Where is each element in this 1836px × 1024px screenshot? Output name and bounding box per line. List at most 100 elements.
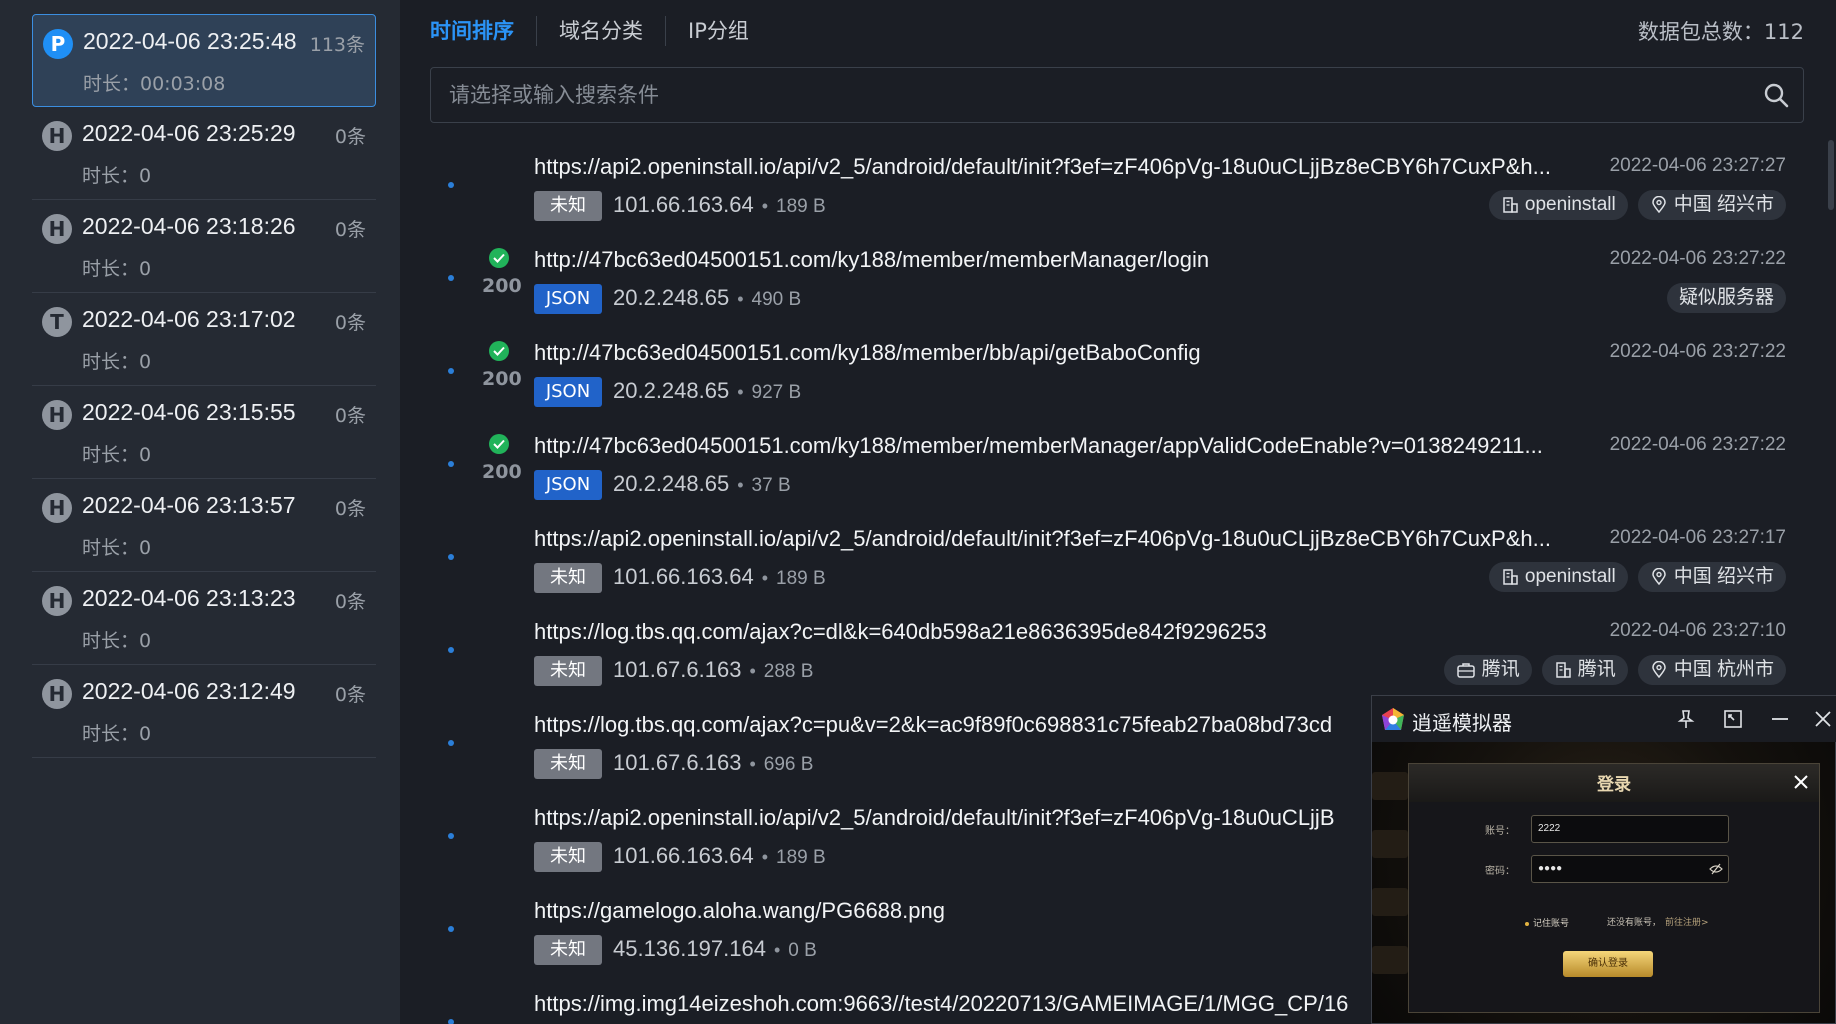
content-type-badge: 未知: [534, 563, 602, 593]
request-ip: 101.66.163.64: [613, 843, 754, 868]
request-tag[interactable]: 中国 绍兴市: [1637, 190, 1786, 220]
request-row[interactable]: https://log.tbs.qq.com/ajax?c=dl&k=640db…: [430, 605, 1804, 698]
status-code: 200: [482, 275, 522, 297]
request-url[interactable]: https://api2.openinstall.io/api/v2_5/and…: [534, 526, 1594, 552]
session-item[interactable]: H 2022-04-06 23:18:26 0条 时长：0: [32, 200, 376, 293]
session-item[interactable]: H 2022-04-06 23:13:23 0条 时长：0: [32, 572, 376, 665]
session-count: 0条: [334, 498, 366, 520]
location-icon: [1651, 661, 1666, 679]
show-password-icon[interactable]: [1709, 863, 1723, 875]
tag-label: 中国 绍兴市: [1673, 194, 1774, 215]
building-icon: [1503, 569, 1518, 585]
content-type-badge: 未知: [534, 656, 602, 686]
session-duration: 时长：0: [82, 723, 152, 745]
request-tag[interactable]: 疑似服务器: [1666, 283, 1786, 313]
request-ip-info: 20.2.248.65 • 490 B: [613, 285, 801, 311]
session-item[interactable]: H 2022-04-06 23:15:55 0条 时长：0: [32, 386, 376, 479]
request-dot: [448, 461, 454, 467]
no-account-label: 还没有账号，: [1607, 918, 1662, 928]
minimize-icon[interactable]: [1769, 708, 1791, 730]
login-dialog-header: 登录: [1409, 764, 1819, 802]
request-tags: openinstall 中国 绍兴市: [1488, 562, 1786, 592]
tag-label: openinstall: [1524, 194, 1616, 215]
request-size: 288 B: [763, 661, 814, 682]
request-tag[interactable]: 腾讯: [1443, 655, 1532, 685]
success-check-icon: [489, 248, 509, 268]
request-ip-info: 101.66.163.64 • 189 B: [613, 564, 826, 590]
request-time: 2022-04-06 23:27:22: [1609, 341, 1786, 362]
request-tags: openinstall 中国 绍兴市: [1488, 190, 1786, 220]
search-box: [430, 67, 1804, 123]
session-item[interactable]: H 2022-04-06 23:12:49 0条 时长：0: [32, 665, 376, 758]
password-input[interactable]: ●●●●: [1531, 855, 1729, 883]
request-ip: 101.67.6.163: [613, 750, 742, 775]
request-ip-info: 45.136.197.164 • 0 B: [613, 936, 817, 962]
separator-dot: •: [749, 754, 756, 774]
request-url[interactable]: https://api2.openinstall.io/api/v2_5/and…: [534, 154, 1594, 180]
request-tag[interactable]: openinstall: [1488, 562, 1628, 592]
separator-dot: •: [761, 568, 769, 588]
game-side-item: [1372, 946, 1408, 974]
request-ip-info: 101.67.6.163 • 696 B: [613, 750, 813, 776]
pin-icon[interactable]: [1675, 708, 1697, 730]
session-item[interactable]: P 2022-04-06 23:25:48 113条 时长：00:03:08: [32, 14, 376, 107]
session-duration: 时长：0: [82, 258, 152, 280]
dialog-close-icon[interactable]: [1791, 772, 1811, 792]
tab-ip-group[interactable]: IP分组: [665, 16, 771, 46]
separator-dot: •: [737, 475, 744, 495]
session-time: 2022-04-06 23:25:29: [82, 120, 296, 146]
separator-dot: •: [773, 940, 781, 960]
session-item[interactable]: H 2022-04-06 23:25:29 0条 时长：0: [32, 107, 376, 200]
request-row[interactable]: 200 http://47bc63ed04500151.com/ky188/mem…: [430, 233, 1804, 326]
search-icon[interactable]: [1763, 82, 1789, 108]
request-dot: [448, 1019, 454, 1024]
session-item[interactable]: T 2022-04-06 23:17:02 0条 时长：0: [32, 293, 376, 386]
request-row[interactable]: 200 http://47bc63ed04500151.com/ky188/mem…: [430, 326, 1804, 419]
separator-dot: •: [761, 847, 769, 867]
account-input[interactable]: 2222: [1531, 815, 1729, 843]
expand-icon[interactable]: [1722, 708, 1744, 730]
request-url[interactable]: http://47bc63ed04500151.com/ky188/member…: [534, 340, 1594, 366]
session-type-badge: H: [42, 214, 72, 244]
request-ip: 45.136.197.164: [613, 936, 766, 961]
session-count: 0条: [334, 219, 366, 241]
session-type-badge: P: [43, 29, 73, 59]
success-check-icon: [489, 341, 509, 361]
request-tag[interactable]: 腾讯: [1541, 655, 1628, 685]
tag-label: 疑似服务器: [1678, 287, 1774, 308]
emulator-titlebar[interactable]: 逍遥模拟器: [1372, 696, 1836, 742]
request-url[interactable]: https://log.tbs.qq.com/ajax?c=dl&k=640db…: [534, 619, 1594, 645]
building-icon: [1503, 197, 1518, 213]
session-type-badge: H: [42, 400, 72, 430]
session-item[interactable]: H 2022-04-06 23:13:57 0条 时长：0: [32, 479, 376, 572]
close-icon[interactable]: [1812, 708, 1834, 730]
confirm-login-button[interactable]: 确认登录: [1563, 951, 1653, 977]
request-row[interactable]: https://api2.openinstall.io/api/v2_5/and…: [430, 512, 1804, 605]
tag-label: openinstall: [1524, 566, 1616, 587]
request-tag[interactable]: openinstall: [1488, 190, 1628, 220]
password-label: 密码：: [1485, 866, 1515, 877]
request-url[interactable]: http://47bc63ed04500151.com/ky188/member…: [534, 247, 1594, 273]
session-type-badge: H: [42, 679, 72, 709]
tab-domain-category[interactable]: 域名分类: [536, 16, 665, 46]
request-tag[interactable]: 中国 杭州市: [1637, 655, 1786, 685]
session-count: 0条: [334, 405, 366, 427]
remember-account-checkbox[interactable]: 记住账号: [1525, 916, 1569, 929]
building-icon: [1555, 662, 1571, 678]
register-link[interactable]: 前往注册>: [1665, 918, 1709, 928]
session-count: 0条: [334, 126, 366, 148]
tab-time-sort[interactable]: 时间排序: [430, 16, 536, 46]
request-tag[interactable]: 中国 绍兴市: [1637, 562, 1786, 592]
request-row[interactable]: 200 http://47bc63ed04500151.com/ky188/mem…: [430, 419, 1804, 512]
session-time: 2022-04-06 23:13:23: [82, 585, 296, 611]
emulator-window: 逍遥模拟器 登录 账号： 2222 密码： ●●●● 记住账号 还没有账号， 前…: [1371, 695, 1836, 1024]
list-scrollbar[interactable]: [1828, 140, 1834, 210]
briefcase-icon: [1456, 663, 1475, 678]
request-row[interactable]: https://api2.openinstall.io/api/v2_5/and…: [430, 140, 1804, 233]
emulator-logo-icon: [1382, 708, 1404, 730]
content-type-badge: 未知: [534, 191, 602, 221]
request-url[interactable]: http://47bc63ed04500151.com/ky188/member…: [534, 433, 1594, 459]
status-code: 200: [482, 368, 522, 390]
search-input[interactable]: [431, 68, 1803, 122]
request-ip-info: 101.67.6.163 • 288 B: [613, 657, 813, 683]
